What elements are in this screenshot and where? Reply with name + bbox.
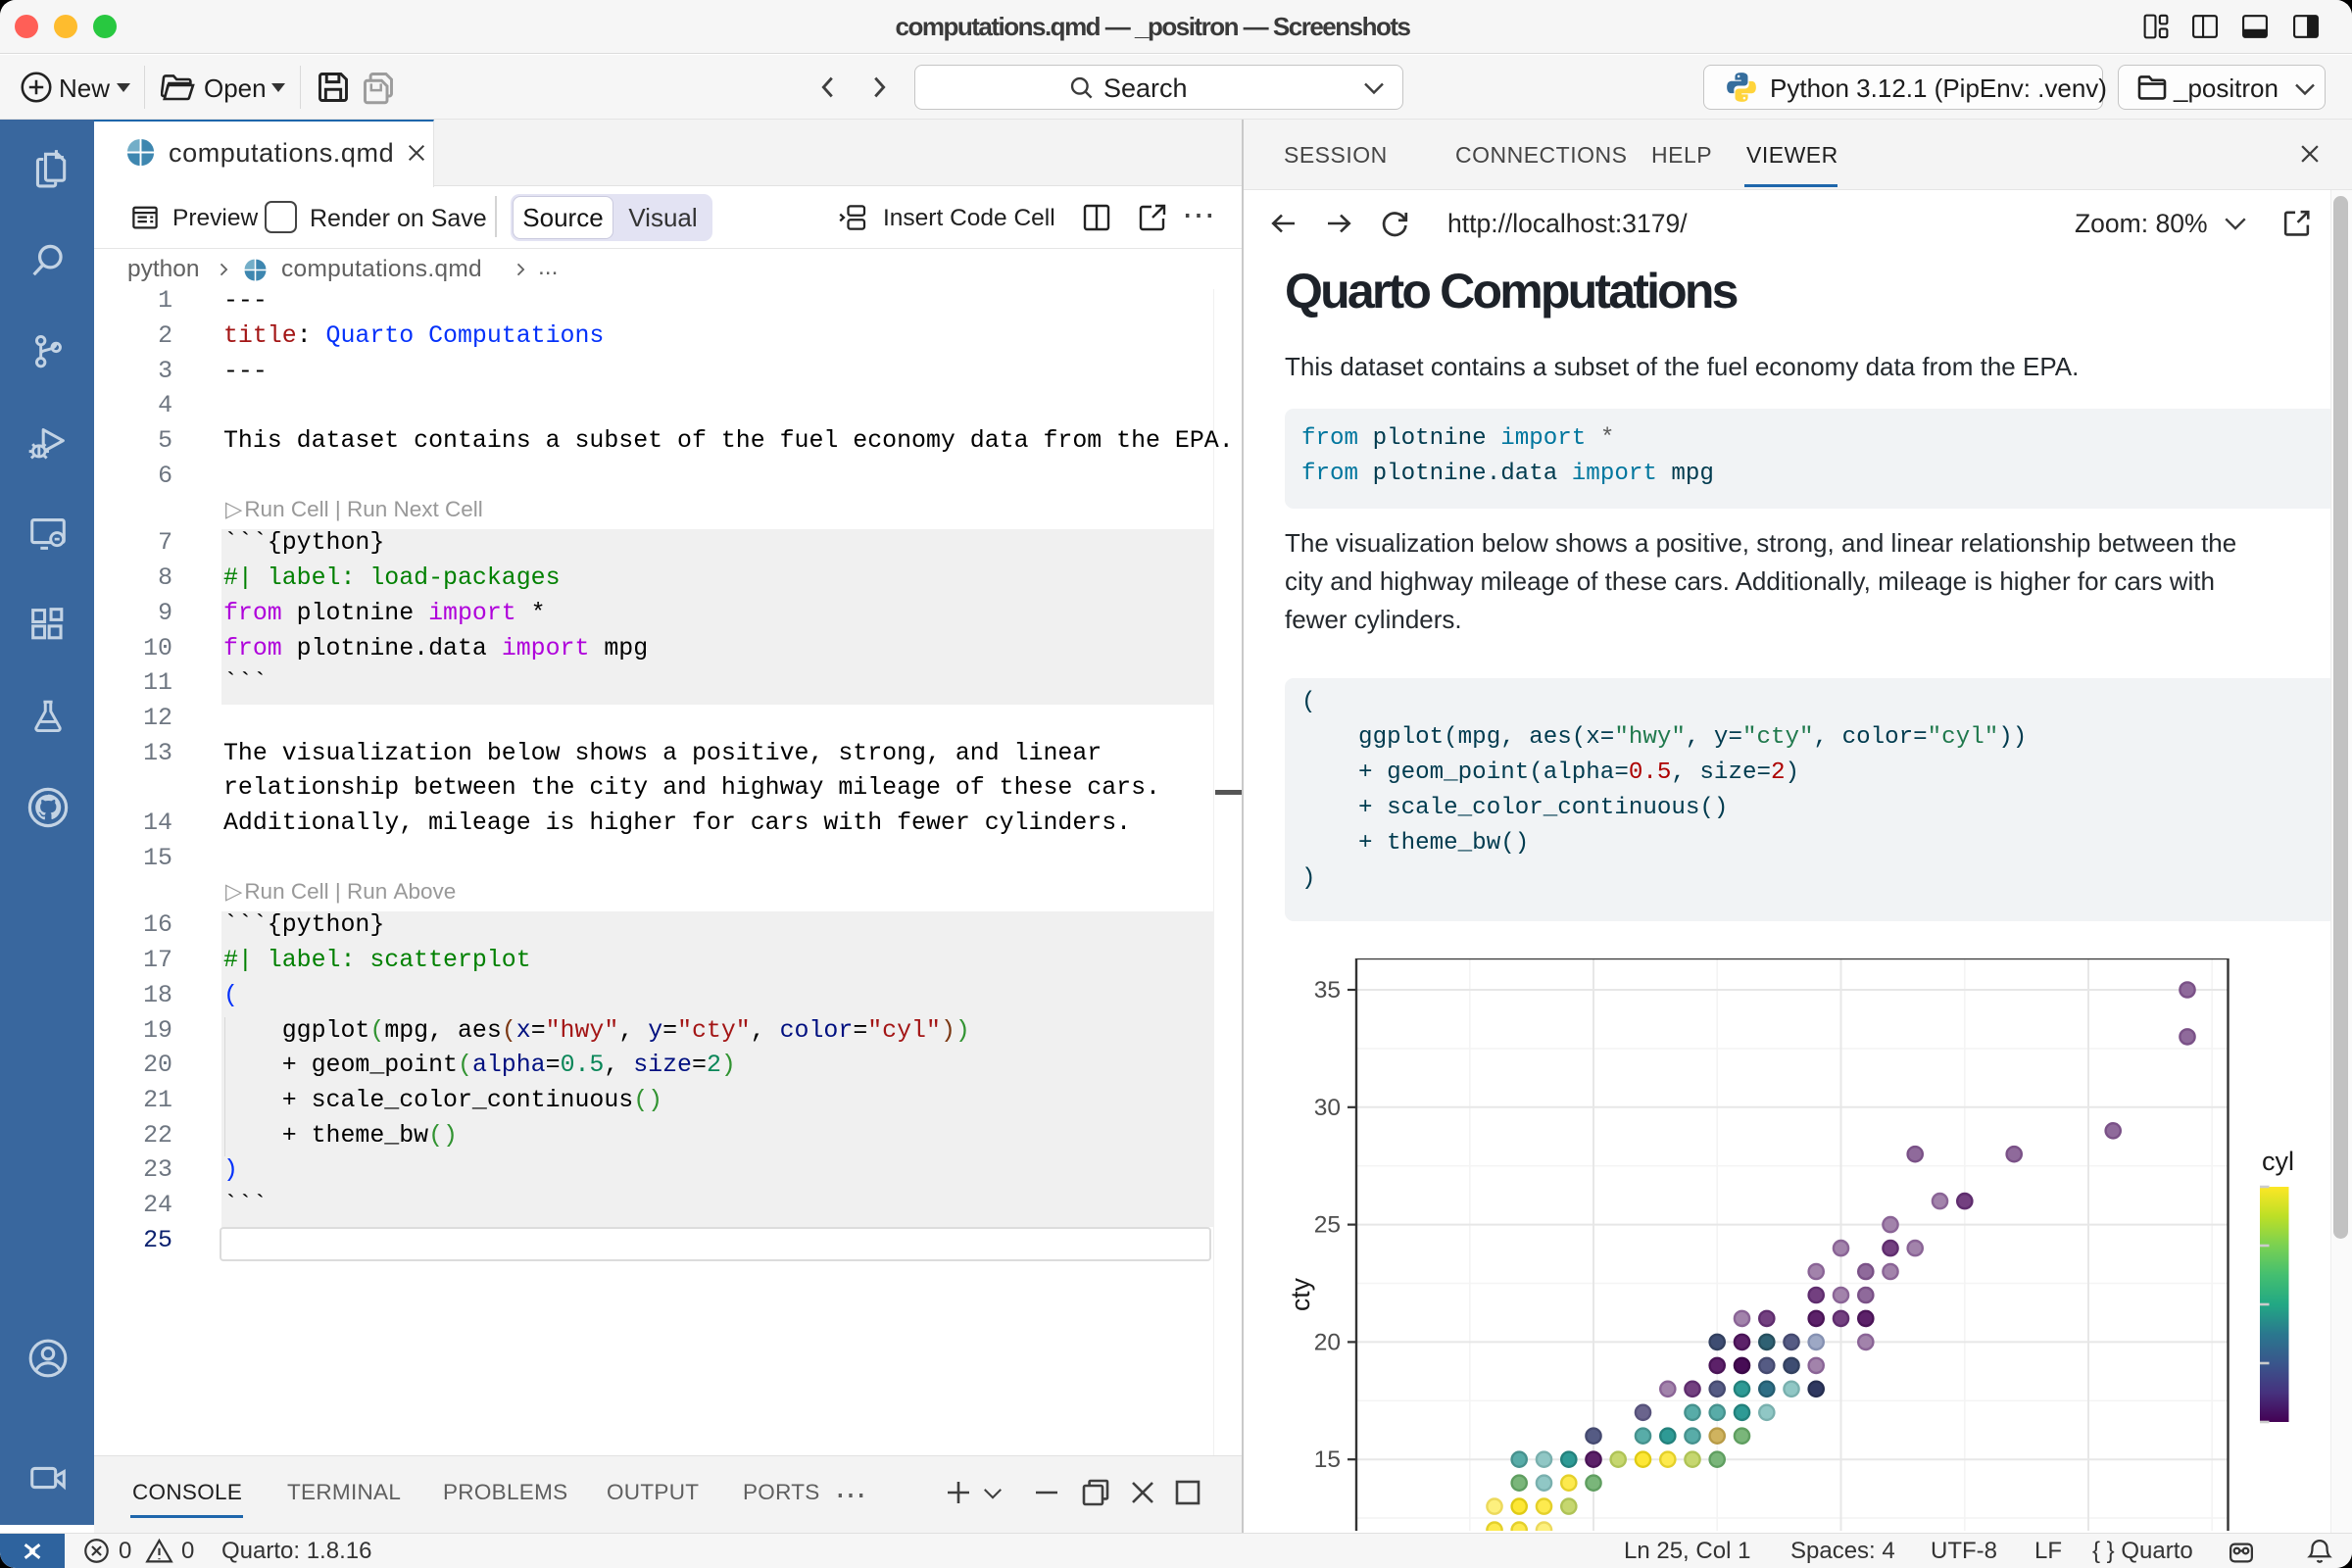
- svg-text:25: 25: [1314, 1212, 1341, 1239]
- svg-text:cyl: cyl: [2262, 1147, 2294, 1176]
- svg-text:20: 20: [1314, 1329, 1341, 1355]
- svg-text:15: 15: [1314, 1446, 1341, 1473]
- svg-text:30: 30: [1314, 1095, 1341, 1121]
- svg-text:35: 35: [1314, 977, 1341, 1004]
- svg-text:cty: cty: [1286, 1277, 1315, 1311]
